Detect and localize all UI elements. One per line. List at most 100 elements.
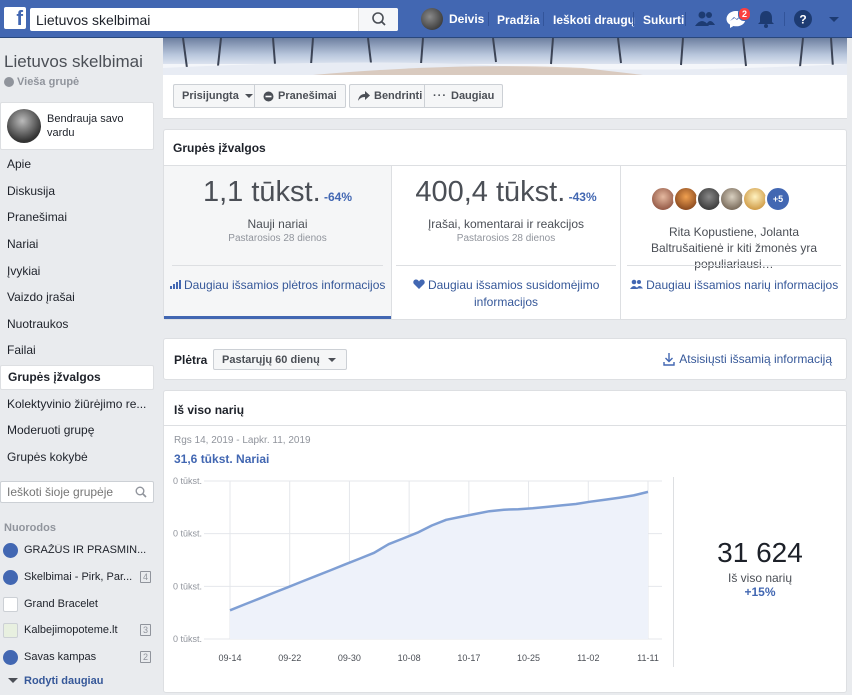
more-members-count[interactable]: +5 — [765, 186, 791, 212]
divider — [172, 265, 383, 266]
shortcut-item[interactable]: GRAŽŪS IR PRASMIN... — [3, 539, 153, 561]
nav-divider — [784, 12, 785, 26]
posting-identity[interactable]: Bendrauja savo vardu — [0, 102, 154, 150]
engagement-value: 400,4 tūkst. — [415, 176, 566, 208]
nav-create-link[interactable]: Sukurti — [643, 13, 684, 27]
shortcut-item[interactable]: Savas kampas 2 — [3, 646, 153, 668]
winter-forest-cover-image — [163, 38, 847, 75]
search-icon[interactable] — [135, 486, 147, 498]
period-select[interactable]: Pastarųjų 60 dienų — [213, 349, 347, 370]
sidebar-item-about[interactable]: Apie — [0, 152, 154, 177]
group-search-input[interactable] — [1, 482, 129, 502]
more-button[interactable]: ··· Daugiau — [424, 84, 504, 108]
sidebar-item-videos[interactable]: Vaizdo įrašai — [0, 285, 154, 310]
nav-divider — [488, 12, 489, 26]
more-dots-icon: ··· — [433, 90, 447, 102]
sidebar-item-photos[interactable]: Nuotraukos — [0, 312, 154, 337]
sidebar-item-group-insights[interactable]: Grupės įžvalgos — [0, 365, 154, 390]
notifications-button[interactable]: Pranešimai — [254, 84, 346, 108]
show-more-link[interactable]: Rodyti daugiau — [6, 675, 103, 687]
sidebar-item-announcements[interactable]: Pranešimai — [0, 205, 154, 230]
shortcut-label: Kalbejimopoteme.lt — [24, 624, 118, 636]
sidebar-item-files[interactable]: Failai — [0, 338, 154, 363]
page-icon — [3, 622, 18, 638]
group-type-label: Vieša grupė — [17, 76, 80, 88]
engagement-details-label: Daugiau išsamios susidomėjimo informacij… — [427, 278, 600, 309]
avatar — [421, 8, 443, 30]
new-members-label: Nauji nariai — [247, 217, 308, 231]
identity-text: Bendrauja savo vardu — [47, 113, 124, 139]
shortcut-label: GRAŽŪS IR PRASMIN... — [24, 544, 147, 556]
growth-details-label: Daugiau išsamios plėtros informacijos — [183, 278, 386, 292]
global-search — [30, 8, 398, 31]
top-members-avatars: +5 — [650, 186, 791, 212]
sidebar-item-group-quality[interactable]: Grupės kokybė — [0, 445, 154, 470]
divider — [164, 425, 846, 426]
new-members-period: Pastarosios 28 dienos — [228, 233, 327, 244]
x-tick-label: 09-14 — [218, 653, 241, 663]
facebook-logo-icon[interactable]: f — [4, 7, 26, 29]
growth-details-link[interactable]: Daugiau išsamios plėtros informacijos — [164, 277, 391, 294]
sidebar-item-watch-party[interactable]: Kolektyvinio žiūrėjimo re... — [0, 392, 154, 417]
chevron-down-icon — [8, 678, 18, 683]
y-tick-label: 0 tūkst. — [173, 476, 202, 486]
sidebar-item-discussion[interactable]: Diskusija — [0, 179, 154, 204]
engagement-stat-values: 400,4 tūkst. -43% — [392, 176, 620, 209]
series-area-nariai — [230, 491, 648, 639]
active-tab-indicator — [164, 316, 391, 319]
account-menu-chevron-icon[interactable] — [823, 9, 845, 29]
sidebar-item-moderate-group[interactable]: Moderuoti grupę — [0, 418, 154, 443]
total-members-chart: 0 tūkst. 0 tūkst. 0 tūkst. 0 tūkst. 09-14 09-… — [173, 476, 662, 663]
bar-chart-icon — [169, 280, 181, 289]
show-more-label: Rodyti daugiau — [24, 675, 104, 687]
help-icon[interactable]: ? — [792, 9, 814, 29]
growth-filter-card: Plėtra Pastarųjų 60 dienų Atsisiųsti išs… — [163, 338, 847, 380]
nav-profile-link[interactable]: Deivis — [421, 8, 484, 30]
x-tick-label: 10-08 — [398, 653, 421, 663]
shortcut-item[interactable]: Grand Bracelet — [3, 593, 153, 615]
shortcut-label: Skelbimai - Pirk, Par... — [24, 571, 133, 583]
download-icon — [663, 352, 675, 366]
notification-minus-icon — [263, 91, 274, 101]
total-members-card: Iš viso narių Rgs 14, 2019 - Lapkr. 11, … — [163, 390, 847, 693]
growth-stat-values: 1,1 tūkst. -64% — [164, 176, 391, 209]
x-tick-label: 09-22 — [278, 653, 301, 663]
divider — [627, 265, 841, 266]
group-sidebar: Lietuvos skelbimai Vieša grupė Bendrauja… — [0, 38, 160, 695]
x-tick-label: 10-25 — [517, 653, 540, 663]
period-select-value: Pastarųjų 60 dienų — [222, 353, 320, 366]
growth-title: Plėtra — [174, 353, 208, 367]
shortcut-item[interactable]: Skelbimai - Pirk, Par... 4 — [3, 566, 153, 588]
notifications-bell-icon[interactable] — [755, 9, 777, 29]
shortcut-label: Grand Bracelet — [24, 598, 98, 610]
group-privacy: Vieša grupė — [4, 76, 79, 88]
friend-requests-icon[interactable] — [694, 9, 716, 29]
shortcuts-heading: Nuorodos — [4, 522, 56, 534]
new-members-change: -64% — [324, 190, 353, 204]
x-tick-label: 09-30 — [338, 653, 361, 663]
shortcut-label: Savas kampas — [24, 651, 97, 663]
insights-title: Grupės įžvalgos — [173, 141, 266, 155]
nav-divider — [543, 12, 544, 26]
search-button[interactable] — [358, 8, 398, 31]
nav-divider — [685, 12, 686, 26]
joined-button[interactable]: Prisijungta — [173, 84, 259, 108]
download-details-link[interactable]: Atsisiųsti išsamią informaciją — [663, 352, 832, 366]
nav-find-friends-link[interactable]: Ieškoti draugų — [553, 13, 635, 27]
shortcut-item[interactable]: Kalbejimopoteme.lt 3 — [3, 619, 153, 641]
engagement-details-link[interactable]: Daugiau išsamios susidomėjimo informacij… — [406, 277, 606, 311]
share-arrow-icon — [358, 91, 370, 101]
engagement-label: Įrašai, komentarai ir reakcijos — [427, 217, 585, 231]
members-details-link[interactable]: Daugiau išsamios narių informacijos — [621, 277, 847, 294]
nav-home-link[interactable]: Pradžia — [497, 13, 540, 27]
x-tick-label: 10-17 — [457, 653, 480, 663]
share-label: Bendrinti — [374, 90, 423, 102]
sidebar-item-members[interactable]: Nariai — [0, 232, 154, 257]
group-icon — [3, 649, 18, 665]
members-details-label: Daugiau išsamios narių informacijos — [646, 278, 839, 292]
share-button[interactable]: Bendrinti — [349, 84, 431, 108]
group-name[interactable]: Lietuvos skelbimai — [4, 52, 143, 72]
global-search-input[interactable] — [30, 8, 360, 31]
sidebar-item-events[interactable]: Įvykiai — [0, 259, 154, 284]
y-tick-label: 0 tūkst. — [173, 581, 202, 591]
